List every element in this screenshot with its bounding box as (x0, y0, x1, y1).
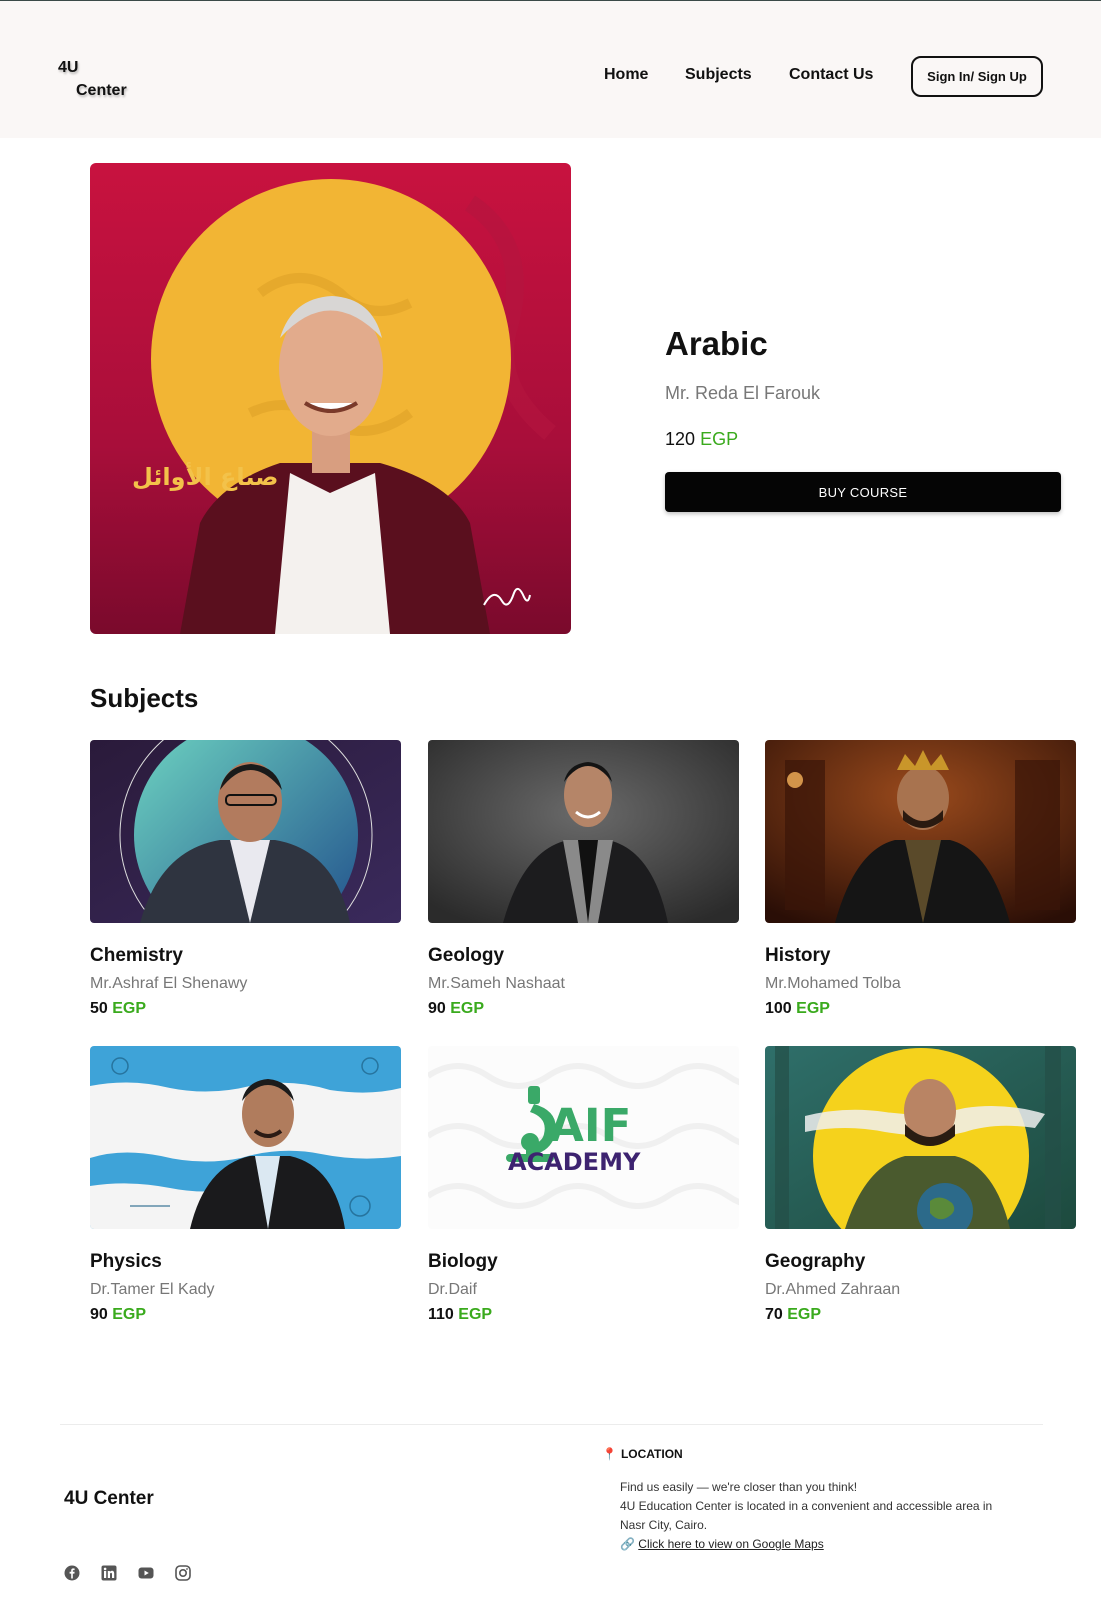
location-pin-icon: 📍 (602, 1447, 617, 1461)
price-value: 50 (90, 1000, 108, 1017)
subject-card-geography[interactable]: Geography Dr.Ahmed Zahraan 70 EGP (765, 1046, 1076, 1324)
course-title: Arabic (665, 325, 768, 362)
teacher-photo (765, 740, 1076, 923)
teacher-photo (428, 740, 739, 923)
location-heading-label: LOCATION (620, 1447, 683, 1461)
site-header: 4U Center Home Subjects Contact Us Sign … (0, 1, 1101, 138)
price-value: 90 (428, 1000, 446, 1017)
course-teacher: Mr. Reda El Farouk (665, 383, 821, 403)
price-currency: EGP (112, 1306, 147, 1323)
subjects-heading: Subjects (90, 683, 199, 713)
nav-contact-us[interactable]: Contact Us (789, 66, 873, 84)
subject-card-chemistry[interactable]: Chemistry Mr.Ashraf El Shenawy 50 EGP (90, 740, 401, 1018)
location-heading: 📍 LOCATION (602, 1447, 683, 1461)
link-icon: 🔗 (620, 1537, 635, 1551)
social-links (64, 1565, 191, 1581)
nav-subjects[interactable]: Subjects (685, 66, 752, 84)
hero-teacher-photo (90, 163, 571, 634)
teacher-photo (90, 740, 401, 923)
price-currency: EGP (450, 1000, 485, 1017)
subject-price: 50 EGP (90, 1000, 401, 1018)
subject-teacher: Mr.Mohamed Tolba (765, 975, 901, 992)
linkedin-icon[interactable] (101, 1565, 117, 1581)
price-currency: EGP (796, 1000, 830, 1017)
subject-name: Chemistry (90, 945, 183, 966)
price-currency: EGP (112, 1000, 147, 1017)
subject-thumbnail[interactable] (428, 740, 739, 923)
subject-price: 90 EGP (428, 1000, 739, 1018)
course-price: 120 EGP (665, 429, 738, 450)
subject-card-biology[interactable]: AIF ACADEMY Biology Dr.Daif 110 EGP (428, 1046, 739, 1324)
biology-logo-subtitle: ACADEMY (508, 1148, 641, 1176)
location-link-row: 🔗 Click here to view on Google Maps (620, 1535, 1010, 1554)
subject-name: Geology (428, 945, 505, 966)
subject-thumbnail[interactable] (90, 1046, 401, 1229)
subject-thumbnail[interactable]: AIF ACADEMY (428, 1046, 739, 1229)
hero-course-image: صناع الأوائل (90, 163, 571, 634)
subject-price: 100 EGP (765, 1000, 1076, 1018)
facebook-icon[interactable] (64, 1565, 80, 1581)
location-line-2: 4U Education Center is located in a conv… (620, 1499, 993, 1532)
subject-name: History (765, 945, 831, 966)
price-value: 120 (665, 429, 696, 449)
price-value: 100 (765, 1000, 792, 1017)
subject-teacher: Mr.Sameh Nashaat (428, 975, 565, 992)
location-line-1: Find us easily — we're closer than you t… (620, 1480, 858, 1494)
subject-card-physics[interactable]: Physics Dr.Tamer El Kady 90 EGP (90, 1046, 401, 1324)
subject-thumbnail[interactable] (765, 1046, 1076, 1229)
logo-line-2: Center (76, 82, 127, 99)
subject-price: 70 EGP (765, 1306, 1076, 1324)
price-currency: EGP (458, 1306, 493, 1323)
price-value: 70 (765, 1306, 783, 1323)
nav-home[interactable]: Home (604, 66, 648, 84)
teacher-photo (90, 1046, 401, 1229)
subject-card-geology[interactable]: Geology Mr.Sameh Nashaat 90 EGP (428, 740, 739, 1018)
footer-brand: 4U Center (64, 1488, 154, 1509)
subject-teacher: Dr.Daif (428, 1281, 477, 1298)
subject-name: Physics (90, 1251, 162, 1272)
subject-thumbnail[interactable] (90, 740, 401, 923)
subject-thumbnail[interactable] (765, 740, 1076, 923)
subject-teacher: Dr.Tamer El Kady (90, 1281, 215, 1298)
subject-price: 110 EGP (428, 1306, 739, 1324)
subject-name: Geography (765, 1251, 866, 1272)
price-currency: EGP (700, 429, 739, 449)
buy-course-button[interactable]: BUY COURSE (665, 472, 1061, 512)
hero-image-caption: صناع الأوائل (132, 463, 279, 491)
location-description: Find us easily — we're closer than you t… (620, 1478, 1010, 1554)
subject-teacher: Dr.Ahmed Zahraan (765, 1281, 901, 1298)
price-value: 90 (90, 1306, 108, 1323)
signature-mark (483, 587, 531, 606)
price-value: 110 (428, 1306, 454, 1323)
footer-divider (60, 1424, 1043, 1425)
youtube-icon[interactable] (138, 1565, 154, 1581)
biology-logo-title: AIF (549, 1099, 632, 1152)
logo-line-1: 4U (58, 59, 79, 76)
google-maps-link[interactable]: Click here to view on Google Maps (638, 1537, 823, 1551)
subject-teacher: Mr.Ashraf El Shenawy (90, 975, 248, 992)
subject-name: Biology (428, 1251, 498, 1272)
sign-in-button[interactable]: Sign In/ Sign Up (911, 56, 1043, 97)
price-currency: EGP (787, 1306, 822, 1323)
instagram-icon[interactable] (175, 1565, 191, 1581)
subject-price: 90 EGP (90, 1306, 401, 1324)
site-logo[interactable]: 4U Center (58, 56, 127, 102)
teacher-photo (765, 1046, 1076, 1229)
subject-card-history[interactable]: History Mr.Mohamed Tolba 100 EGP (765, 740, 1076, 1018)
